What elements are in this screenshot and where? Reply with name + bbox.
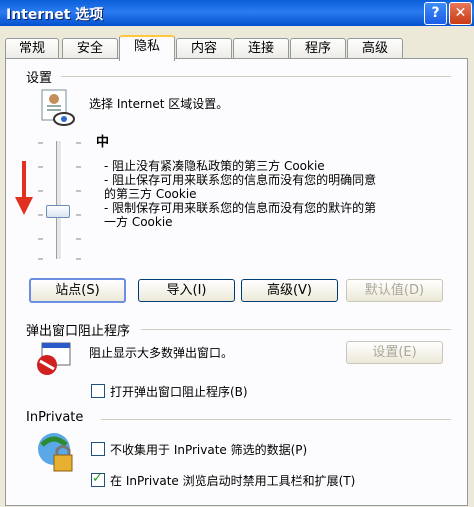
tab-advanced[interactable]: 高级 <box>347 38 403 59</box>
advanced-button[interactable]: 高级(V) <box>241 279 338 302</box>
tab-content[interactable]: 内容 <box>176 38 232 59</box>
privacy-slider-thumb[interactable] <box>46 205 70 218</box>
window-title: Internet 选项 <box>6 7 104 23</box>
description-line: - 限制保存可用来联系您的信息而没有您的默许的第 <box>104 201 377 215</box>
popup-settings-button[interactable]: 设置(E) <box>346 341 443 364</box>
tab-privacy[interactable]: 隐私 <box>119 35 175 61</box>
import-button[interactable]: 导入(I) <box>138 279 235 302</box>
description-line: - 阻止保存可用来联系您的信息而没有您的明确同意 <box>104 173 377 187</box>
help-button[interactable]: ? <box>424 2 447 25</box>
tab-connections[interactable]: 连接 <box>233 38 289 59</box>
zone-prompt: 选择 Internet 区域设置。 <box>89 97 229 111</box>
privacy-level: 中 <box>96 135 110 150</box>
popup-group-label: 弹出窗口阻止程序 <box>26 324 131 339</box>
popup-blocker-icon <box>37 342 71 375</box>
inprivate-toolbar-label[interactable]: 在 InPrivate 浏览启动时禁用工具栏和扩展(T) <box>110 472 355 489</box>
slider-ticks <box>38 142 81 260</box>
popup-description: 阻止显示大多数弹出窗口。 <box>89 346 234 360</box>
tab-general[interactable]: 常规 <box>5 38 59 59</box>
close-button[interactable]: ✕ <box>449 2 472 25</box>
description-line: - 阻止没有紧凑隐私政策的第三方 Cookie <box>104 159 325 173</box>
description-line: 一方 Cookie <box>104 215 173 229</box>
privacy-panel: 设置 选择 Internet 区域设置。 中 - 阻止没有紧凑隐私政策的第三方 … <box>5 58 468 506</box>
sites-button[interactable]: 站点(S) <box>29 278 126 303</box>
inprivate-group-label: InPrivate <box>26 410 84 425</box>
privacy-document-icon <box>41 89 75 126</box>
down-arrow-icon <box>15 161 33 215</box>
settings-divider <box>61 76 451 77</box>
inprivate-lock-icon <box>38 433 73 472</box>
inprivate-filter-label[interactable]: 不收集用于 InPrivate 筛选的数据(P) <box>110 441 307 458</box>
level-description: - 阻止没有紧凑隐私政策的第三方 Cookie - 阻止保存可用来联系您的信息而… <box>104 159 376 229</box>
popup-divider <box>141 329 451 330</box>
popup-blocker-checkbox[interactable] <box>91 384 105 398</box>
inprivate-toolbar-checkbox[interactable] <box>91 471 105 487</box>
settings-group-label: 设置 <box>26 71 53 86</box>
description-line: 的第三方 Cookie <box>104 187 197 201</box>
inprivate-divider <box>101 419 451 420</box>
popup-blocker-label[interactable]: 打开弹出窗口阻止程序(B) <box>110 383 248 400</box>
title-bar: Internet 选项 ? ✕ <box>0 0 474 26</box>
tab-programs[interactable]: 程序 <box>290 38 346 59</box>
inprivate-filter-checkbox[interactable] <box>91 442 105 456</box>
default-button[interactable]: 默认值(D) <box>346 279 443 302</box>
tab-security[interactable]: 安全 <box>62 38 118 59</box>
